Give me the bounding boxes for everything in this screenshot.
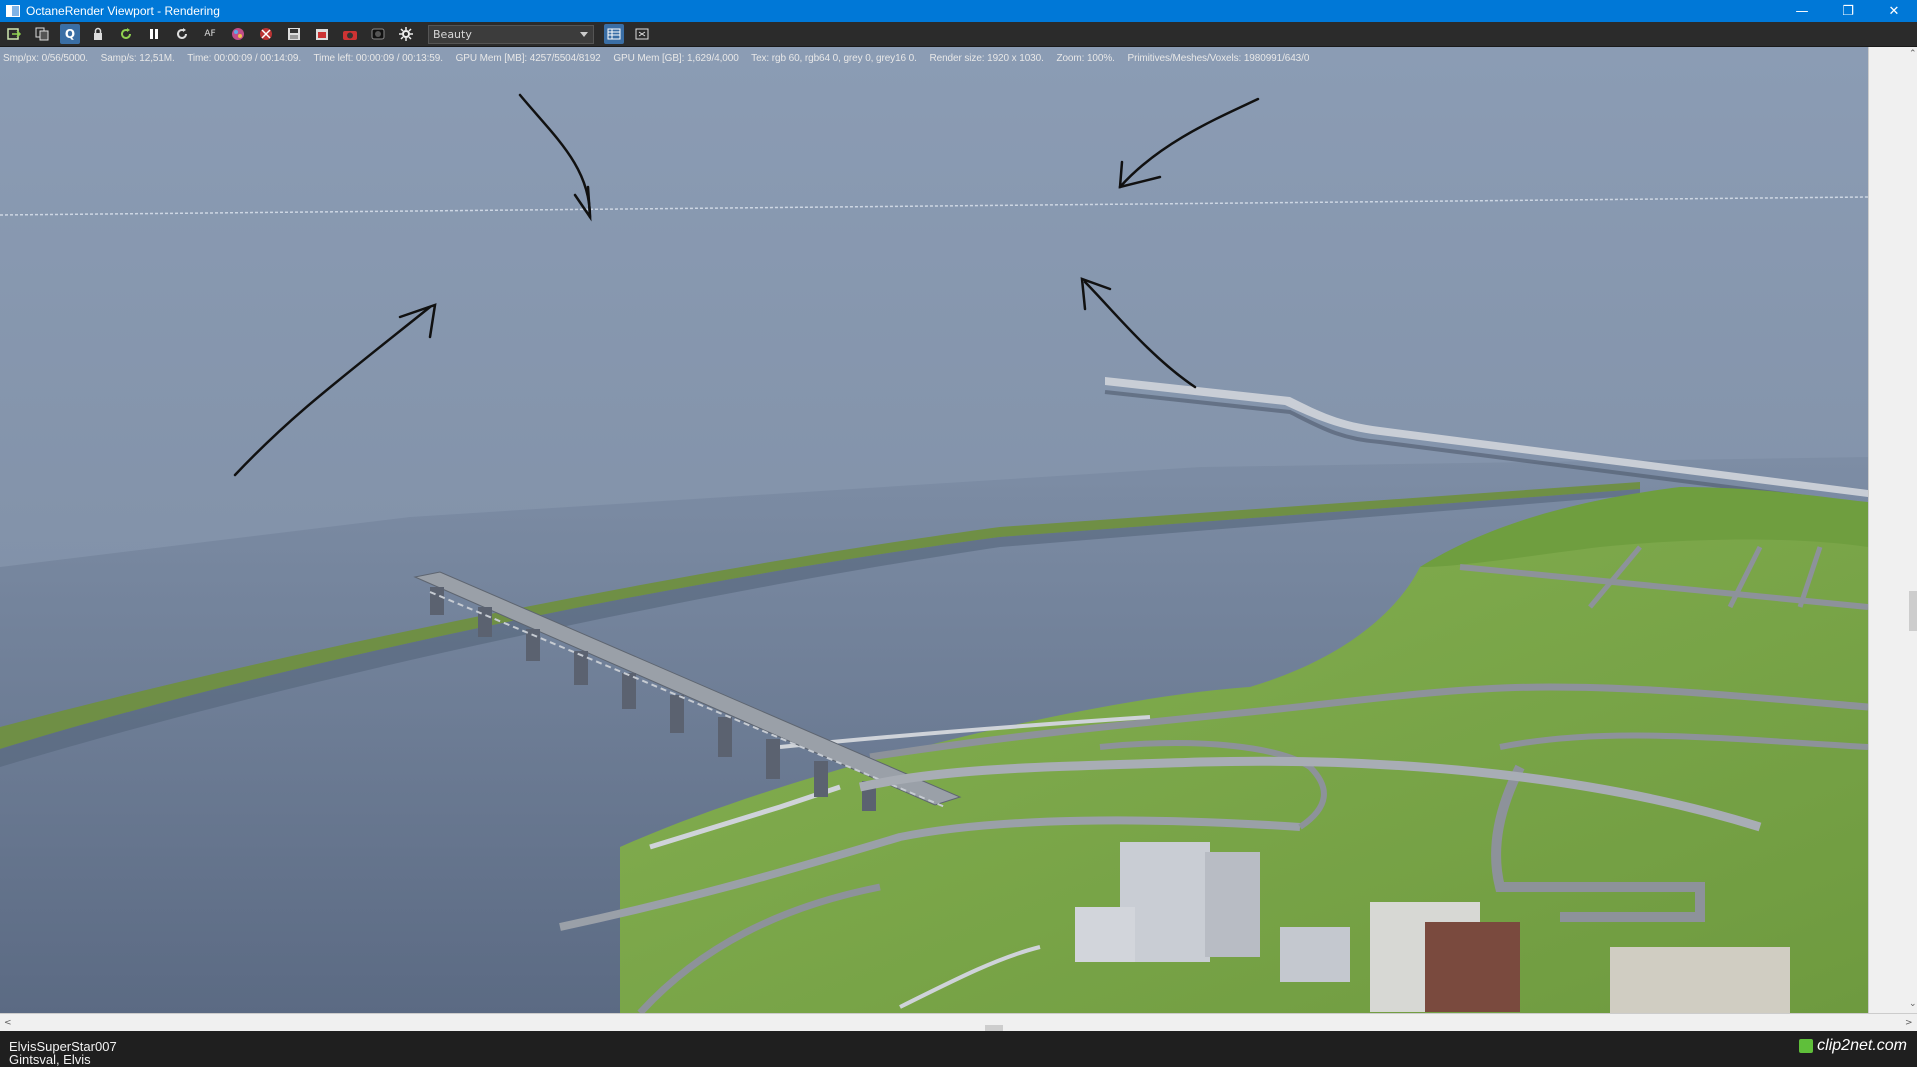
gear-icon bbox=[399, 27, 413, 41]
stat-time: Time: 00:00:09 / 00:14:09. bbox=[187, 53, 301, 64]
stat-samples-per-second: Samp/s: 12,51M. bbox=[100, 53, 175, 64]
render-settings-button[interactable] bbox=[368, 24, 388, 44]
send-scene-button[interactable] bbox=[4, 24, 24, 44]
restart-icon bbox=[177, 28, 187, 39]
focus-picker-button[interactable]: AF bbox=[200, 24, 220, 44]
watermark-text: clip2net.com bbox=[1817, 1037, 1907, 1054]
lock-icon bbox=[94, 27, 102, 40]
material-picker-icon bbox=[260, 28, 272, 40]
restore-button[interactable]: ❐ bbox=[1825, 0, 1871, 22]
film-settings-button[interactable] bbox=[312, 24, 332, 44]
scroll-left-icon[interactable]: < bbox=[4, 1018, 12, 1028]
camera-icon bbox=[343, 31, 357, 40]
region-render-icon: Q bbox=[64, 27, 76, 41]
lock-button[interactable] bbox=[88, 24, 108, 44]
save-image-icon bbox=[288, 28, 300, 40]
render-stats: Smp/px: 0/56/5000. Samp/s: 12,51M. Time:… bbox=[3, 53, 1319, 64]
scroll-up-icon[interactable]: ⌃ bbox=[1909, 49, 1917, 59]
annotation-arrows bbox=[233, 93, 1260, 477]
vertical-scrollbar[interactable]: ⌃ ⌄ bbox=[1868, 47, 1917, 1013]
color-picker-icon bbox=[232, 28, 244, 40]
save-image-button[interactable] bbox=[284, 24, 304, 44]
reset-render-button[interactable] bbox=[116, 24, 136, 44]
arrow-1 bbox=[518, 93, 592, 219]
region-render-button[interactable]: Q bbox=[60, 24, 80, 44]
render-pass-select[interactable]: Beauty bbox=[428, 24, 594, 44]
chevron-down-icon bbox=[580, 31, 588, 37]
send-scene-icon bbox=[7, 28, 22, 40]
app-window-icon bbox=[6, 5, 20, 17]
stat-gpu-mem-mb: GPU Mem [MB]: 4257/5504/8192 bbox=[455, 53, 601, 64]
camera-button[interactable] bbox=[340, 24, 360, 44]
stat-primitives: Primitives/Meshes/Voxels: 1980991/643/0 bbox=[1127, 53, 1310, 64]
window-title: OctaneRender Viewport - Rendering bbox=[26, 4, 220, 18]
viewport-mode-icon bbox=[607, 28, 621, 40]
copy-icon bbox=[35, 27, 49, 41]
fit-view-icon bbox=[635, 28, 649, 40]
close-button[interactable]: ✕ bbox=[1871, 0, 1917, 22]
material-picker-button[interactable] bbox=[256, 24, 276, 44]
horizontal-scrollbar[interactable]: < > bbox=[0, 1013, 1917, 1031]
focus-picker-icon: AF bbox=[204, 29, 216, 39]
render-viewport[interactable]: Smp/px: 0/56/5000. Samp/s: 12,51M. Time:… bbox=[0, 47, 1868, 1013]
render-settings-icon bbox=[371, 28, 385, 40]
watermark: clip2net.com bbox=[1799, 1037, 1907, 1055]
render-pass-value: Beauty bbox=[433, 27, 472, 41]
restore-icon: ❐ bbox=[1842, 3, 1854, 19]
pause-button[interactable] bbox=[144, 24, 164, 44]
arrow-2 bbox=[1118, 97, 1260, 189]
stat-render-size: Render size: 1920 x 1030. bbox=[929, 53, 1044, 64]
close-icon: ✕ bbox=[1888, 3, 1900, 19]
viewport-mode-button[interactable] bbox=[604, 24, 624, 44]
stat-samples-per-pixel: Smp/px: 0/56/5000. bbox=[3, 53, 88, 64]
gear-button[interactable] bbox=[396, 24, 416, 44]
fit-view-button[interactable] bbox=[632, 24, 652, 44]
pause-icon bbox=[150, 29, 158, 39]
stat-gpu-mem-gb: GPU Mem [GB]: 1,629/4,000 bbox=[613, 53, 739, 64]
reset-render-icon bbox=[121, 28, 131, 39]
color-picker-button[interactable] bbox=[228, 24, 248, 44]
status-bar: ElvisSuperStar007 Gintsval, Elvis clip2n… bbox=[0, 1031, 1917, 1067]
title-bar: OctaneRender Viewport - Rendering — ❐ ✕ bbox=[0, 0, 1917, 22]
stat-zoom: Zoom: 100%. bbox=[1056, 53, 1115, 64]
vertical-scroll-thumb[interactable] bbox=[1909, 591, 1917, 631]
minimize-icon: — bbox=[1795, 3, 1809, 19]
upload-icon bbox=[1799, 1039, 1814, 1053]
viewport-toolbar: Q AF Beauty bbox=[0, 22, 1917, 47]
arrow-4 bbox=[1083, 280, 1197, 389]
scroll-right-icon[interactable]: > bbox=[1905, 1018, 1913, 1028]
copy-button[interactable] bbox=[32, 24, 52, 44]
film-settings-icon bbox=[316, 29, 328, 40]
stat-textures: Tex: rgb 60, rgb64 0, grey 0, grey16 0. bbox=[751, 53, 917, 64]
restart-button[interactable] bbox=[172, 24, 192, 44]
arrow-3 bbox=[233, 305, 432, 477]
minimize-button[interactable]: — bbox=[1779, 0, 1825, 22]
scroll-down-icon[interactable]: ⌄ bbox=[1909, 999, 1917, 1009]
stat-time-left: Time left: 00:00:09 / 00:13:59. bbox=[313, 53, 443, 64]
